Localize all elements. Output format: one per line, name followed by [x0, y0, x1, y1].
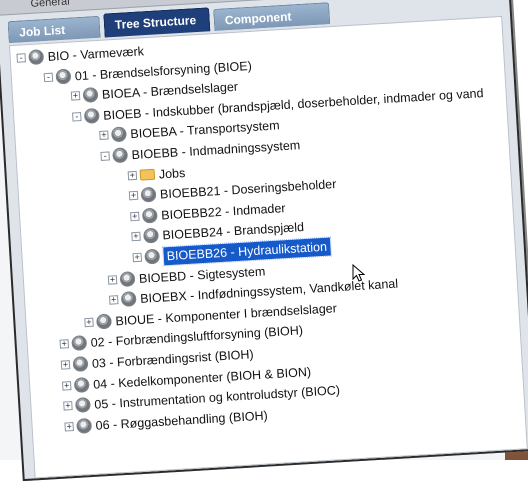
- expand-icon[interactable]: +: [130, 211, 140, 222]
- gear-icon: [141, 207, 158, 224]
- tree-node[interactable]: + BIOEBD - Sigtesystem: [107, 264, 266, 289]
- expand-icon[interactable]: +: [108, 294, 119, 305]
- collapse-icon[interactable]: -: [72, 111, 82, 122]
- expand-icon[interactable]: +: [99, 130, 109, 141]
- gear-icon: [71, 335, 88, 352]
- tree-node[interactable]: +04 - Kedelkomponenter (BIOH & BION): [61, 364, 311, 395]
- expand-icon[interactable]: +: [84, 317, 94, 327]
- tree-node[interactable]: + BIOEA - Brændselslager: [70, 80, 238, 106]
- collapse-icon[interactable]: -: [43, 71, 54, 82]
- gear-icon: [55, 68, 72, 85]
- gear-icon: [144, 248, 161, 265]
- tree-panel: General Job List (1/2) Tree Structure Co…: [0, 0, 528, 481]
- tree-node[interactable]: +02 - Forbrændingsluftforsyning (BIOH): [59, 324, 303, 354]
- gear-icon: [120, 291, 137, 308]
- expand-icon[interactable]: +: [128, 190, 139, 201]
- tree-node[interactable]: +05 - Instrumentation og kontroludstyr (…: [63, 383, 340, 416]
- tree-node[interactable]: + BIOEBB21 - Doseringsbeholder: [128, 177, 337, 206]
- tree-node-label[interactable]: Jobs: [158, 164, 185, 184]
- gear-icon: [83, 107, 100, 124]
- tab-job-list[interactable]: Job List (1/2): [7, 15, 101, 62]
- expand-icon[interactable]: +: [61, 380, 72, 391]
- gear-icon: [96, 313, 112, 330]
- tree-view[interactable]: - BIO - Varmeværk -01 - Brændselsforsyning…: [8, 15, 528, 479]
- gear-icon: [28, 49, 45, 66]
- gear-icon: [82, 87, 99, 104]
- gear-icon: [119, 270, 136, 287]
- screenshot-scene: General Job List (1/2) Tree Structure Co…: [0, 0, 528, 481]
- gear-icon: [74, 397, 91, 414]
- gear-icon: [112, 147, 129, 164]
- tree-node[interactable]: +06 - Røggasbehandling (BIOH): [64, 408, 268, 436]
- tree-node[interactable]: + BIOUE - Komponenter I brændselslager: [84, 301, 337, 332]
- tree-node[interactable]: +03 - Forbrændingsrist (BIOH): [60, 347, 254, 375]
- expand-icon[interactable]: +: [131, 231, 141, 242]
- tree-node[interactable]: + BIOEBB22 - Indmader: [130, 201, 286, 226]
- collapse-icon[interactable]: -: [16, 52, 26, 63]
- gear-icon: [73, 376, 90, 393]
- gear-icon: [143, 228, 159, 244]
- gear-icon: [72, 356, 89, 372]
- tree-node[interactable]: + BIOEBB26 - Hydraulikstation: [132, 235, 332, 267]
- tree-node[interactable]: + BIOEBA - Transportsystem: [99, 119, 280, 145]
- expand-icon[interactable]: +: [127, 170, 138, 180]
- expand-icon[interactable]: +: [70, 90, 81, 101]
- collapse-icon[interactable]: -: [100, 151, 110, 161]
- gear-icon: [76, 417, 93, 434]
- expand-icon[interactable]: +: [59, 339, 70, 350]
- expand-icon[interactable]: +: [132, 252, 143, 263]
- tree-node-label[interactable]: BIOEBB21 - Doseringsbeholder: [160, 175, 337, 203]
- tree-node[interactable]: - BIOEB - Indskubber (brandspjæld, doserb…: [72, 86, 484, 126]
- tree-node[interactable]: + BIOEBB24 - Brandspjæld: [131, 220, 304, 247]
- tree-node[interactable]: + Jobs: [127, 166, 186, 185]
- expand-icon[interactable]: +: [64, 421, 74, 432]
- tab-tree-structure[interactable]: Tree Structure: [103, 7, 211, 38]
- expand-icon[interactable]: +: [107, 274, 118, 285]
- expand-icon[interactable]: +: [63, 400, 73, 411]
- mouse-cursor-icon: [352, 264, 366, 282]
- folder-icon: [139, 168, 156, 181]
- tree-node-label[interactable]: BIO - Varmeværk: [47, 42, 144, 66]
- gear-icon: [140, 186, 157, 203]
- tree-node[interactable]: - BIOEBB - Indmadningssystem: [100, 138, 301, 166]
- expand-icon[interactable]: +: [60, 359, 71, 370]
- tree-node[interactable]: + BIOEBX - Indfødningssystem, Vandkølet k…: [108, 277, 398, 310]
- tree-node[interactable]: - BIO - Varmeværk: [16, 44, 144, 68]
- tree-node[interactable]: -01 - Brændselsforsyning (BIOE): [43, 58, 252, 87]
- gear-icon: [111, 126, 127, 143]
